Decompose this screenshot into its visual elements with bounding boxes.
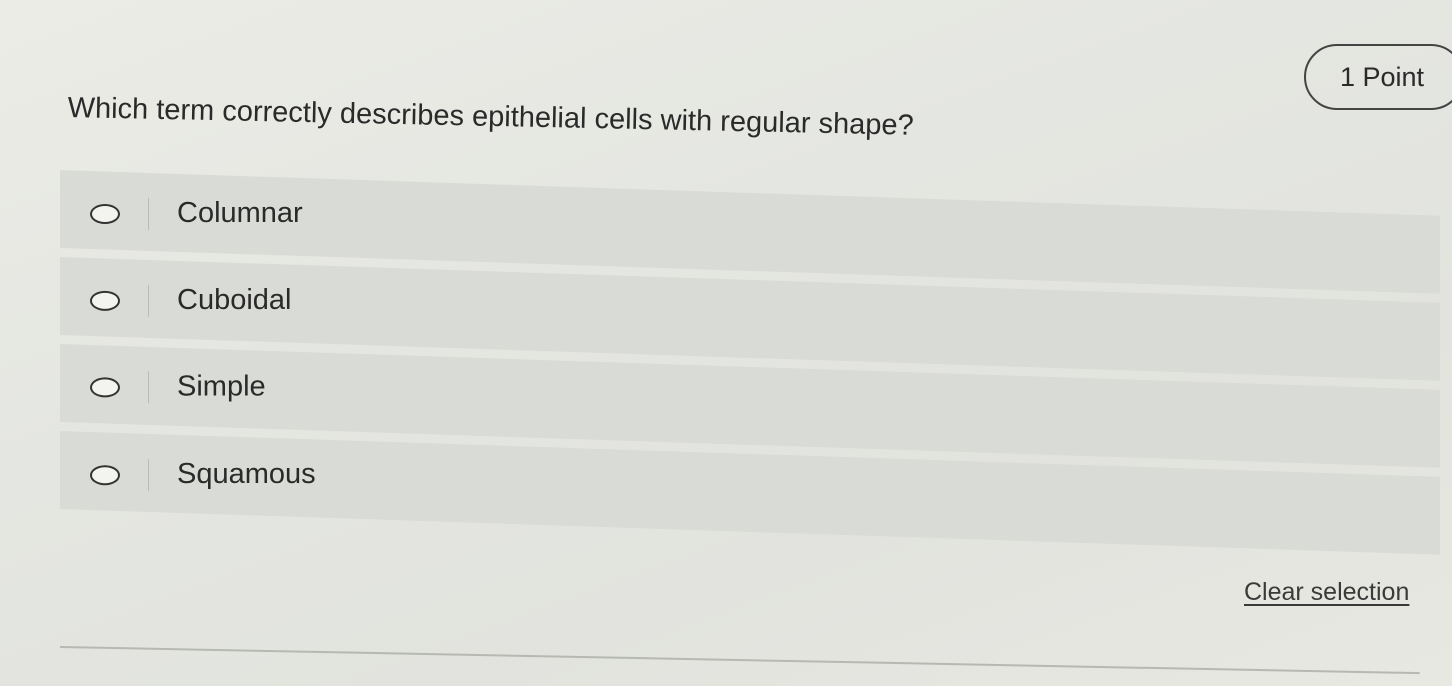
radio-button[interactable] [90, 464, 120, 485]
bottom-divider [59, 646, 1420, 675]
points-badge: 1 Point [1304, 44, 1452, 110]
divider [148, 458, 149, 491]
question-text: Which term correctly describes epithelia… [67, 92, 915, 142]
divider [148, 283, 149, 316]
divider [148, 197, 149, 230]
option-label: Cuboidal [177, 283, 292, 316]
divider [148, 370, 149, 403]
option-label: Columnar [177, 196, 303, 229]
radio-button[interactable] [90, 289, 120, 310]
clear-selection-link[interactable]: Clear selection [1244, 578, 1409, 607]
points-label: 1 Point [1340, 61, 1425, 92]
radio-button[interactable] [90, 376, 120, 397]
option-label: Squamous [177, 457, 316, 490]
answer-options: Columnar Cuboidal Simple Squamous [60, 170, 1440, 555]
radio-button[interactable] [90, 203, 120, 224]
option-label: Simple [177, 369, 266, 402]
